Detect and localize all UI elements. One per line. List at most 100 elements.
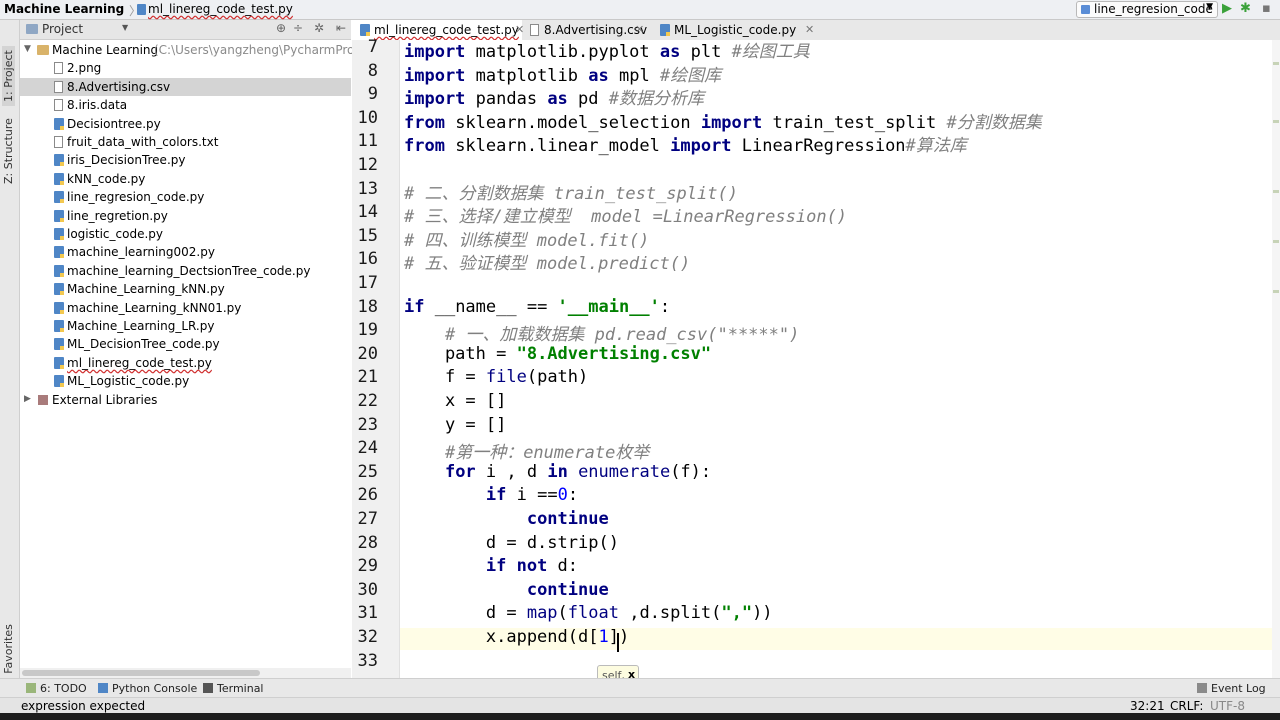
tree-file-item[interactable]: iris_DecisionTree.py <box>20 151 351 169</box>
python-console-tool-button[interactable]: Python Console <box>98 682 197 695</box>
collapse-all-icon[interactable]: ÷ <box>293 21 303 35</box>
terminal-tool-button[interactable]: Terminal <box>203 682 264 695</box>
python-file-icon <box>54 209 64 222</box>
tree-file-item[interactable]: line_regresion_code.py <box>20 188 351 206</box>
stripe-marker[interactable] <box>1273 62 1279 65</box>
tree-file-item[interactable]: Machine_Learning_kNN.py <box>20 280 351 298</box>
python-file-icon <box>54 228 64 240</box>
tree-file-item[interactable]: fruit_data_with_colors.txt <box>20 133 351 151</box>
run-configuration-select[interactable]: line_regresion_code ▼ <box>1076 1 1218 18</box>
error-stripe[interactable] <box>1272 40 1280 678</box>
close-icon[interactable]: ✕ <box>635 23 644 36</box>
stop-button[interactable]: ▪ <box>1262 1 1271 16</box>
line-number: 19 <box>357 320 378 341</box>
code-line[interactable]: if i ==0: <box>404 485 578 505</box>
horizontal-scrollbar[interactable] <box>20 668 351 678</box>
tree-file-item[interactable]: machine_learning002.py <box>20 243 351 261</box>
code-line[interactable]: x.append(d[1]) <box>404 627 629 647</box>
code-line[interactable]: path = "8.Advertising.csv" <box>404 344 711 364</box>
code-line[interactable]: import matplotlib.pyplot as plt #绘图工具 <box>404 40 810 62</box>
breadcrumb-file[interactable]: ml_linereg_code_test.py <box>148 2 293 16</box>
line-number: 28 <box>357 532 378 553</box>
line-number: 27 <box>357 509 378 529</box>
line-separator[interactable]: CRLF: <box>1170 699 1203 713</box>
tree-file-item[interactable]: 2.png <box>20 59 351 77</box>
code-line[interactable]: # 五、验证模型 model.predict() <box>404 249 690 274</box>
gear-icon[interactable]: ✲ <box>314 21 324 35</box>
tree-file-item[interactable]: machine_learning_DectsionTree_code.py <box>20 262 351 280</box>
python-file-icon <box>54 338 64 351</box>
python-file-icon <box>54 283 64 296</box>
code-line[interactable]: for i , d in enumerate(f): <box>404 462 711 482</box>
tree-file-item[interactable]: machine_Learning_kNN01.py <box>20 299 351 317</box>
tree-file-item[interactable]: line_regretion.py <box>20 207 351 225</box>
terminal-icon <box>203 683 213 693</box>
code-line[interactable]: import pandas as pd #数据分析库 <box>404 84 704 109</box>
tree-file-item[interactable]: ML_Logistic_code.py <box>20 372 351 390</box>
hide-panel-icon[interactable]: ⇤ <box>336 21 346 35</box>
debug-button[interactable]: ✱ <box>1240 1 1251 16</box>
breadcrumb-project[interactable]: Machine Learning <box>4 2 124 16</box>
tree-file-item[interactable]: 8.Advertising.csv <box>20 77 351 96</box>
tree-file-item[interactable]: ML_DecisionTree_code.py <box>20 335 351 353</box>
tree-file-label: line_regresion_code.py <box>67 190 205 205</box>
stripe-marker[interactable] <box>1273 240 1279 243</box>
chevron-right-icon[interactable]: ▶ <box>24 394 31 404</box>
stripe-marker[interactable] <box>1273 190 1279 193</box>
chevron-down-icon[interactable]: ▼ <box>122 23 128 32</box>
code-line[interactable]: continue <box>404 509 609 529</box>
code-line[interactable]: import matplotlib as mpl #绘图库 <box>404 61 721 86</box>
code-line[interactable]: d = map(float ,d.split(",")) <box>404 603 773 623</box>
navigation-bar: Machine Learning 〉 ml_linereg_code_test.… <box>0 0 1280 20</box>
editor-tab[interactable]: 8.Advertising.csv ✕ <box>522 20 652 40</box>
code-line[interactable]: from sklearn.model_selection import trai… <box>404 108 1042 133</box>
tool-tab-structure[interactable]: Z: Structure <box>2 118 15 184</box>
editor-tab[interactable]: ML_Logistic_code.py ✕ <box>652 20 822 40</box>
code-line[interactable]: x = [] <box>404 391 506 411</box>
text-file-icon <box>54 99 63 112</box>
chevron-down-icon[interactable]: ▼ <box>24 44 31 54</box>
code-line[interactable]: #第一种：enumerate枚举 <box>404 438 649 463</box>
line-number: 31 <box>357 603 378 624</box>
code-line[interactable]: # 四、训练模型 model.fit() <box>404 226 649 251</box>
caret-position[interactable]: 32:21 <box>1130 699 1165 713</box>
file-encoding[interactable]: UTF-8 <box>1210 699 1245 713</box>
tree-file-label: machine_learning_DectsionTree_code.py <box>67 263 311 278</box>
stripe-marker[interactable] <box>1273 120 1279 123</box>
project-tree: ▼ Machine Learning (C:\Users\yangzheng\Pyc… <box>20 40 365 668</box>
project-view-selector[interactable]: Project <box>42 22 83 36</box>
code-line[interactable]: if __name__ == '__main__': <box>404 297 670 317</box>
code-line[interactable]: d = d.strip() <box>404 533 619 553</box>
python-file-icon <box>54 375 64 388</box>
text-file-icon <box>54 136 63 148</box>
close-icon[interactable]: ✕ <box>805 23 814 36</box>
code-line[interactable]: # 二、分割数据集 train_test_split() <box>404 179 738 204</box>
tree-file-item[interactable]: ml_linereg_code_test.py <box>20 354 351 372</box>
code-line[interactable]: continue <box>404 580 609 600</box>
code-line[interactable]: # 三、选择/建立模型 model =LinearRegression() <box>404 202 847 227</box>
tree-external-libraries[interactable]: ▶ External Libraries <box>20 391 351 409</box>
tree-file-item[interactable]: Decisiontree.py <box>20 115 351 133</box>
tool-tab-project[interactable]: 1: Project <box>2 46 15 106</box>
code-line[interactable]: f = file(path) <box>404 367 588 387</box>
editor-tab-label: ml_linereg_code_test.py <box>374 23 519 37</box>
line-number: 9 <box>367 84 378 105</box>
code-line[interactable]: from sklearn.linear_model import LinearR… <box>404 131 967 156</box>
event-log-tool-button[interactable]: Event Log <box>1197 682 1266 695</box>
code-line[interactable]: if not d: <box>404 556 578 576</box>
tree-file-label: Decisiontree.py <box>67 116 161 131</box>
todo-tool-button[interactable]: 6: TODO <box>26 682 87 695</box>
scrollbar-thumb[interactable] <box>22 670 260 676</box>
tree-file-item[interactable]: kNN_code.py <box>20 170 351 188</box>
code-line[interactable]: y = [] <box>404 415 506 435</box>
todo-label: 6: TODO <box>40 682 87 695</box>
code-editor[interactable]: import matplotlib.pyplot as plt #绘图工具 imp… <box>400 40 1272 678</box>
code-line[interactable]: # 一、加载数据集 pd.read_csv("*****") <box>404 320 799 345</box>
stripe-marker[interactable] <box>1273 290 1279 293</box>
tree-root-folder[interactable]: ▼ Machine Learning (C:\Users\yangzheng\Pyc… <box>20 41 365 59</box>
tree-file-item[interactable]: Machine_Learning_LR.py <box>20 317 351 335</box>
tree-file-item[interactable]: 8.iris.data <box>20 96 351 114</box>
run-button[interactable]: ▶ <box>1222 1 1232 16</box>
tree-file-item[interactable]: logistic_code.py <box>20 225 351 243</box>
scroll-from-source-icon[interactable]: ⊕ <box>276 21 286 35</box>
